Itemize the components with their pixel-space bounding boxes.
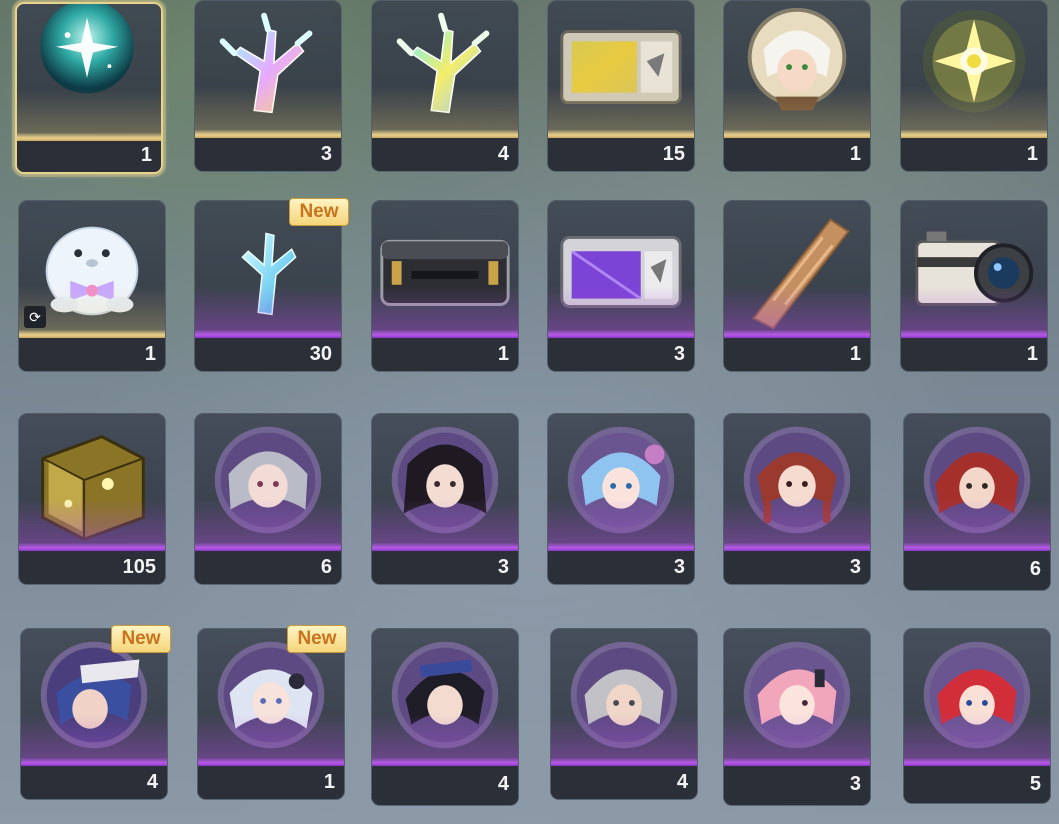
- item-card-echo-token-gray[interactable]: 4: [550, 628, 698, 800]
- item-card-echo-token-white-hair[interactable]: 1: [197, 628, 345, 800]
- item-quantity: 1: [1026, 143, 1038, 165]
- item-quantity: 3: [673, 556, 685, 578]
- item-quantity: 1: [849, 143, 861, 165]
- item-card-golden-coral[interactable]: 4: [371, 0, 519, 172]
- item-card-amber-cube[interactable]: 105: [18, 413, 166, 585]
- item-card-character-token[interactable]: 1: [723, 0, 871, 172]
- item-card-starlight-orb[interactable]: 1: [15, 2, 163, 174]
- item-quantity: 15: [662, 143, 685, 165]
- item-quantity: 3: [320, 143, 332, 165]
- item-card-echo-token-silver[interactable]: 6: [194, 413, 342, 585]
- item-quantity: 3: [673, 343, 685, 365]
- item-card-echo-token-crimson[interactable]: 5: [903, 628, 1051, 804]
- item-quantity: 3: [497, 556, 509, 578]
- item-card-echo-token-pink[interactable]: 3: [723, 628, 871, 806]
- item-card-black-crate[interactable]: 1: [371, 200, 519, 372]
- item-card-golden-crate[interactable]: 15: [547, 0, 695, 172]
- item-card-echo-token-hat[interactable]: 4: [20, 628, 168, 800]
- item-card-echo-token-red-braid[interactable]: 3: [723, 413, 871, 585]
- item-quantity: 1: [323, 771, 335, 793]
- item-quantity: 4: [497, 773, 509, 795]
- item-quantity: 3: [849, 556, 861, 578]
- item-quantity: 1: [140, 144, 152, 166]
- item-quantity: 4: [146, 771, 158, 793]
- item-quantity: 1: [497, 343, 509, 365]
- item-quantity: 1: [1026, 343, 1038, 365]
- lock-icon: ⟳: [24, 306, 46, 328]
- item-quantity: 4: [497, 143, 509, 165]
- item-quantity: 1: [144, 343, 156, 365]
- item-card-echo-token-black[interactable]: 3: [371, 413, 519, 585]
- item-quantity: 6: [1029, 558, 1041, 580]
- item-quantity: 4: [676, 771, 688, 793]
- new-badge: New: [289, 198, 349, 226]
- new-badge: New: [287, 625, 347, 653]
- item-quantity: 6: [320, 556, 332, 578]
- new-badge: New: [111, 625, 171, 653]
- item-card-bronze-plank[interactable]: 1: [723, 200, 871, 372]
- item-quantity: 5: [1029, 773, 1041, 795]
- item-quantity: 30: [309, 343, 332, 365]
- item-card-sun-sigil[interactable]: 1: [900, 0, 1048, 172]
- item-card-seal-plush[interactable]: ⟳ 1: [18, 200, 166, 372]
- item-quantity: 3: [849, 773, 861, 795]
- item-card-echo-token-dark[interactable]: 4: [371, 628, 519, 806]
- inventory-grid: 1 3 4 15 1 1 ⟳ 1 30 1 3 1 1 105 6 3 3 3 …: [0, 0, 1059, 824]
- item-card-violet-crate[interactable]: 3: [547, 200, 695, 372]
- item-card-echo-token-red[interactable]: 6: [903, 413, 1051, 591]
- item-quantity: 105: [122, 556, 156, 578]
- item-card-iridescent-coral[interactable]: 3: [194, 0, 342, 172]
- item-card-echo-token-blue[interactable]: 3: [547, 413, 695, 585]
- item-card-camera[interactable]: 1: [900, 200, 1048, 372]
- item-quantity: 1: [849, 343, 861, 365]
